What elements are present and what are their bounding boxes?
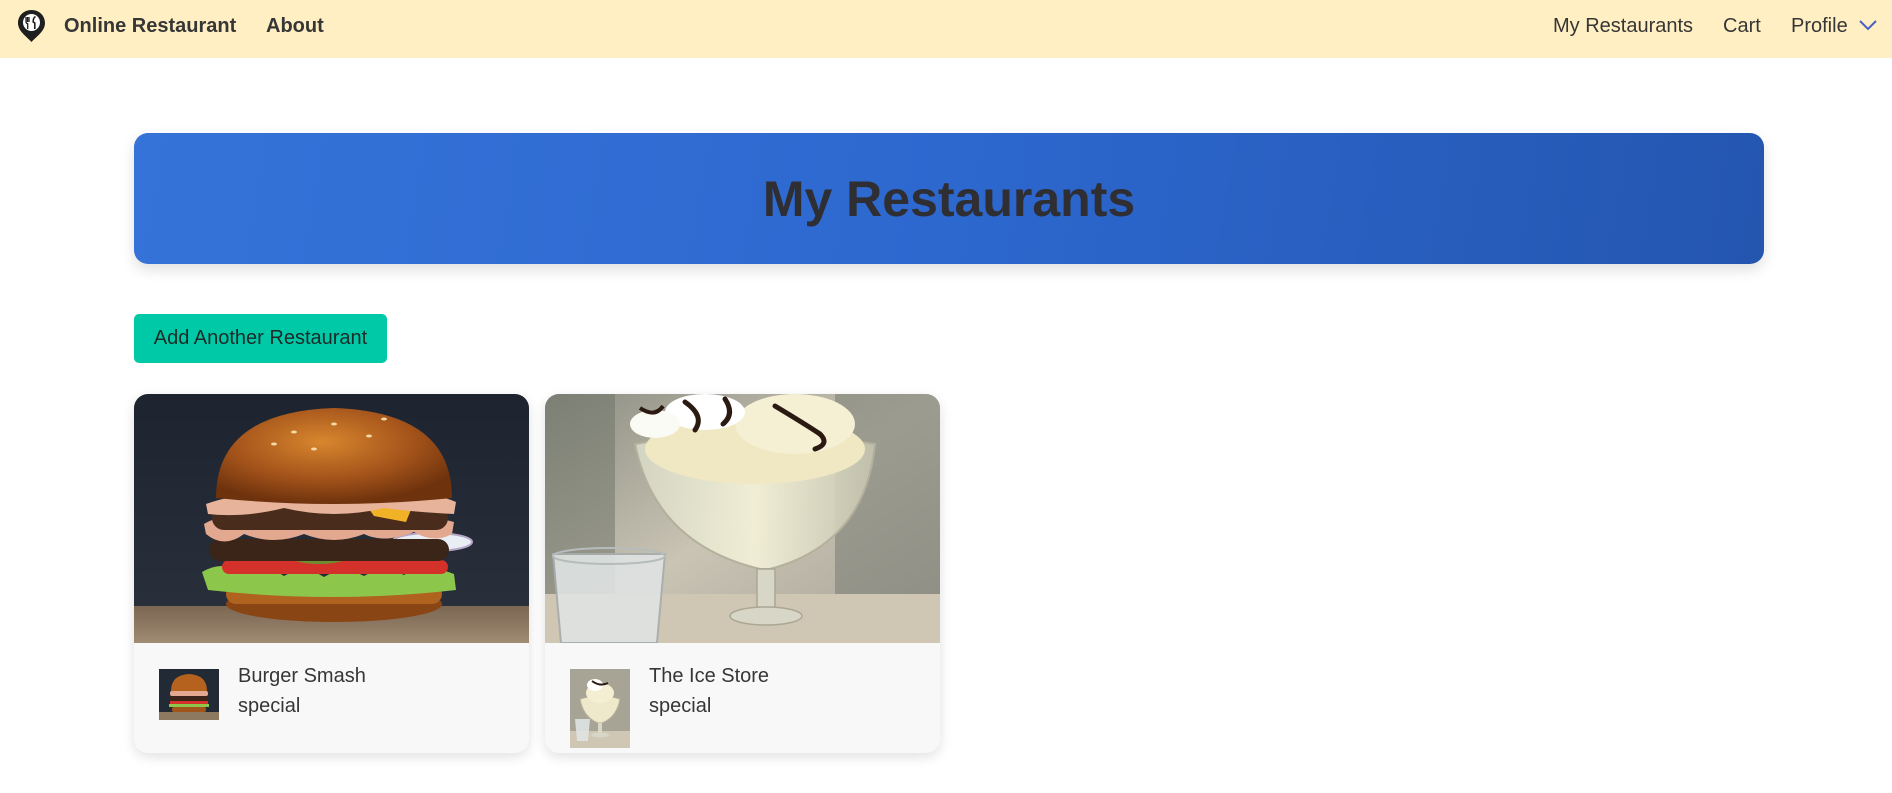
page-hero-banner: My Restaurants	[134, 133, 1764, 264]
restaurant-name: The Ice Store	[649, 665, 770, 687]
restaurant-tag: special	[238, 695, 301, 717]
page-title: My Restaurants	[762, 170, 1136, 227]
restaurant-name: Burger Smash	[238, 665, 366, 687]
nav-cart-link[interactable]: Cart	[1723, 15, 1761, 38]
top-navbar: Online Restaurant About My Restaurants C…	[0, 0, 1892, 58]
restaurant-image-burger	[134, 394, 529, 643]
restaurant-tag: special	[649, 695, 712, 717]
restaurant-card-footer: The Ice Store special	[545, 643, 940, 753]
restaurant-thumbnail	[570, 669, 630, 748]
map-pin-cutlery-icon[interactable]	[17, 9, 46, 43]
nav-my-restaurants-link[interactable]: My Restaurants	[1553, 15, 1693, 38]
restaurant-image-ice-cream	[545, 394, 940, 643]
restaurant-card-footer: Burger Smash special	[134, 643, 529, 753]
nav-about-link[interactable]: About	[266, 15, 324, 38]
restaurant-card[interactable]: The Ice Store special	[545, 394, 940, 753]
brand-link[interactable]: Online Restaurant	[64, 15, 236, 38]
restaurant-card[interactable]: Burger Smash special	[134, 394, 529, 753]
chevron-down-icon[interactable]	[1858, 18, 1878, 32]
nav-profile-dropdown[interactable]: Profile	[1791, 15, 1848, 38]
add-restaurant-button[interactable]: Add Another Restaurant	[134, 314, 387, 363]
restaurant-thumbnail	[159, 669, 219, 720]
